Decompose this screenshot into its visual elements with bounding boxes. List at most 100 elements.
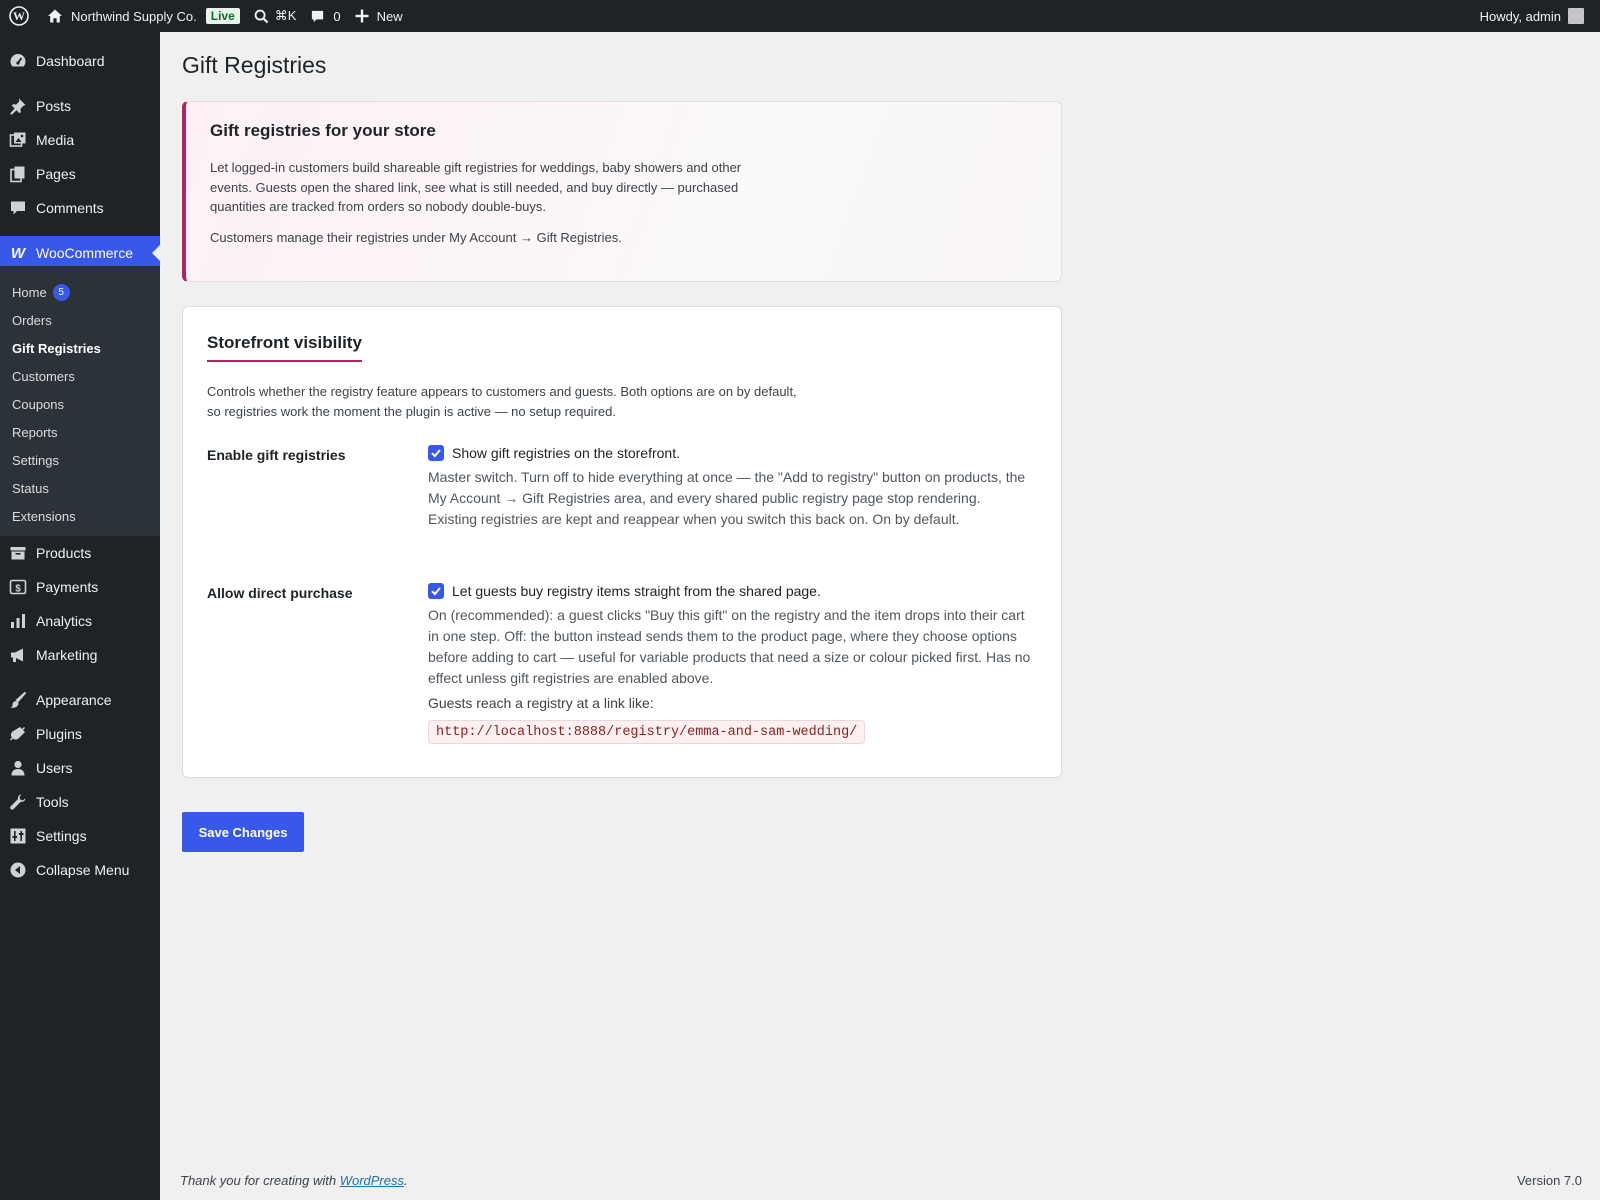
settings-sliders-icon bbox=[0, 827, 36, 845]
checkmark-icon bbox=[431, 449, 441, 458]
howdy-text: Howdy, admin bbox=[1479, 8, 1561, 24]
direct-purchase-label: Allow direct purchase bbox=[207, 585, 353, 601]
sidebar-item-plugins[interactable]: Plugins bbox=[0, 717, 160, 751]
enable-registries-label: Enable gift registries bbox=[207, 447, 346, 463]
comment-icon bbox=[0, 199, 36, 217]
collapse-menu-button[interactable]: Collapse Menu bbox=[0, 853, 160, 887]
dashboard-icon bbox=[0, 52, 36, 70]
submenu-item-customers[interactable]: Customers bbox=[12, 366, 75, 386]
home-icon bbox=[48, 9, 62, 23]
sidebar-item-label: Posts bbox=[36, 98, 72, 114]
intro-description: Let logged-in customers build shareable … bbox=[210, 160, 742, 214]
sidebar-item-label: Marketing bbox=[36, 647, 98, 663]
direct-purchase-checkbox-label[interactable]: Let guests buy registry items straight f… bbox=[452, 583, 821, 599]
pushpin-icon bbox=[0, 97, 36, 115]
submenu-item-reports[interactable]: Reports bbox=[12, 422, 58, 442]
submenu-item-orders[interactable]: Orders bbox=[12, 310, 52, 330]
sidebar-item-label: Users bbox=[36, 760, 73, 776]
media-icon bbox=[0, 131, 36, 149]
woocommerce-submenu: Home 5 Orders Gift Registries Customers … bbox=[0, 266, 160, 536]
plugin-icon bbox=[0, 725, 36, 743]
svg-text:W: W bbox=[11, 246, 27, 260]
svg-text:$: $ bbox=[15, 583, 21, 594]
sidebar-item-tools[interactable]: Tools bbox=[0, 785, 160, 819]
svg-text:W: W bbox=[13, 9, 25, 23]
direct-purchase-help: On (recommended): a guest clicks "Buy th… bbox=[428, 607, 1031, 686]
sidebar-item-label: Collapse Menu bbox=[36, 862, 130, 878]
sidebar-item-payments[interactable]: $ Payments bbox=[0, 570, 160, 604]
submenu-item-status[interactable]: Status bbox=[12, 478, 49, 498]
submenu-item-label: Extensions bbox=[12, 508, 76, 524]
woocommerce-icon: W bbox=[0, 246, 36, 260]
archive-icon bbox=[0, 544, 36, 562]
footer-thanks-text: Thank you for creating with bbox=[180, 1173, 340, 1188]
sidebar-item-media[interactable]: Media bbox=[0, 123, 160, 157]
sidebar-item-products[interactable]: Products bbox=[0, 536, 160, 570]
settings-card: Storefront visibility Controls whether t… bbox=[182, 306, 1062, 778]
comments-link[interactable]: 0 bbox=[303, 0, 347, 32]
footer-thanks-suffix: . bbox=[404, 1173, 408, 1188]
example-registry-url: http://localhost:8888/registry/emma-and-… bbox=[428, 720, 866, 744]
bar-chart-icon bbox=[0, 612, 36, 630]
sidebar-item-label: Tools bbox=[36, 794, 69, 810]
intro-card: Gift registries for your store Let logge… bbox=[182, 101, 1062, 282]
sidebar-item-comments[interactable]: Comments bbox=[0, 191, 160, 225]
submenu-item-label: Gift Registries bbox=[12, 340, 101, 356]
pages-icon bbox=[0, 165, 36, 183]
direct-purchase-checkbox[interactable] bbox=[428, 583, 444, 599]
submenu-item-label: Coupons bbox=[12, 396, 65, 412]
plus-icon bbox=[355, 9, 369, 23]
user-icon bbox=[0, 759, 36, 777]
account-menu[interactable]: Howdy, admin bbox=[1480, 8, 1600, 24]
submenu-item-gift-registries[interactable]: Gift Registries bbox=[12, 338, 101, 358]
sidebar-item-label: Settings bbox=[36, 828, 87, 844]
submenu-item-extensions[interactable]: Extensions bbox=[12, 506, 76, 526]
wordpress-logo-button[interactable]: W bbox=[2, 0, 36, 32]
sidebar-item-marketing[interactable]: Marketing bbox=[0, 638, 160, 672]
sidebar-item-settings[interactable]: Settings bbox=[0, 819, 160, 853]
sidebar-item-label: WooCommerce bbox=[36, 245, 133, 261]
sidebar-item-label: Pages bbox=[36, 166, 76, 182]
save-changes-button[interactable]: Save Changes bbox=[182, 812, 304, 852]
search-icon bbox=[254, 9, 269, 23]
submenu-item-settings[interactable]: Settings bbox=[12, 450, 59, 470]
registry-link-caption: Guests reach a registry at a link like: bbox=[428, 695, 654, 711]
admin-sidebar: Dashboard Posts Media Pages Comments W W… bbox=[0, 32, 160, 1200]
sidebar-item-posts[interactable]: Posts bbox=[0, 89, 160, 123]
sidebar-item-analytics[interactable]: Analytics bbox=[0, 604, 160, 638]
search-shortcut: ⌘K bbox=[274, 8, 297, 23]
sidebar-item-label: Analytics bbox=[36, 613, 93, 629]
sidebar-item-pages[interactable]: Pages bbox=[0, 157, 160, 191]
paintbrush-icon bbox=[0, 691, 36, 709]
avatar bbox=[1568, 8, 1584, 24]
notification-count-badge: 5 bbox=[52, 283, 70, 301]
enable-registries-checkbox-label[interactable]: Show gift registries on the storefront. bbox=[452, 445, 680, 461]
intro-account-note: Customers manage their registries under … bbox=[210, 230, 622, 245]
sidebar-item-dashboard[interactable]: Dashboard bbox=[0, 44, 160, 78]
payments-icon: $ bbox=[0, 578, 36, 596]
section-title: Storefront visibility bbox=[207, 333, 362, 362]
live-badge: Live bbox=[205, 8, 240, 24]
sidebar-item-label: Appearance bbox=[36, 692, 112, 708]
site-name-link[interactable]: Northwind Supply Co. Live bbox=[40, 0, 247, 32]
collapse-icon bbox=[0, 861, 36, 879]
submenu-item-coupons[interactable]: Coupons bbox=[12, 394, 64, 414]
enable-registries-checkbox[interactable] bbox=[428, 445, 444, 461]
sidebar-item-users[interactable]: Users bbox=[0, 751, 160, 785]
sidebar-item-appearance[interactable]: Appearance bbox=[0, 683, 160, 717]
sidebar-item-label: Products bbox=[36, 545, 92, 561]
version-text: Version 7.0 bbox=[1516, 1173, 1582, 1188]
sidebar-item-label: Plugins bbox=[36, 726, 82, 742]
checkmark-icon bbox=[431, 587, 441, 596]
submenu-item-label: Status bbox=[12, 480, 49, 496]
admin-bar: W Northwind Supply Co. Live ⌘K 0 New How… bbox=[0, 0, 1600, 32]
submenu-item-label: Home bbox=[12, 284, 47, 300]
sidebar-item-label: Dashboard bbox=[36, 53, 105, 69]
new-content-button[interactable]: New bbox=[348, 0, 410, 32]
submenu-item-label: Reports bbox=[12, 424, 58, 440]
command-search-button[interactable]: ⌘K bbox=[247, 0, 304, 32]
sidebar-item-woocommerce[interactable]: W WooCommerce bbox=[0, 236, 160, 270]
submenu-item-label: Customers bbox=[12, 368, 75, 384]
submenu-item-home[interactable]: Home 5 bbox=[12, 282, 70, 302]
wordpress-link[interactable]: WordPress bbox=[340, 1173, 404, 1188]
